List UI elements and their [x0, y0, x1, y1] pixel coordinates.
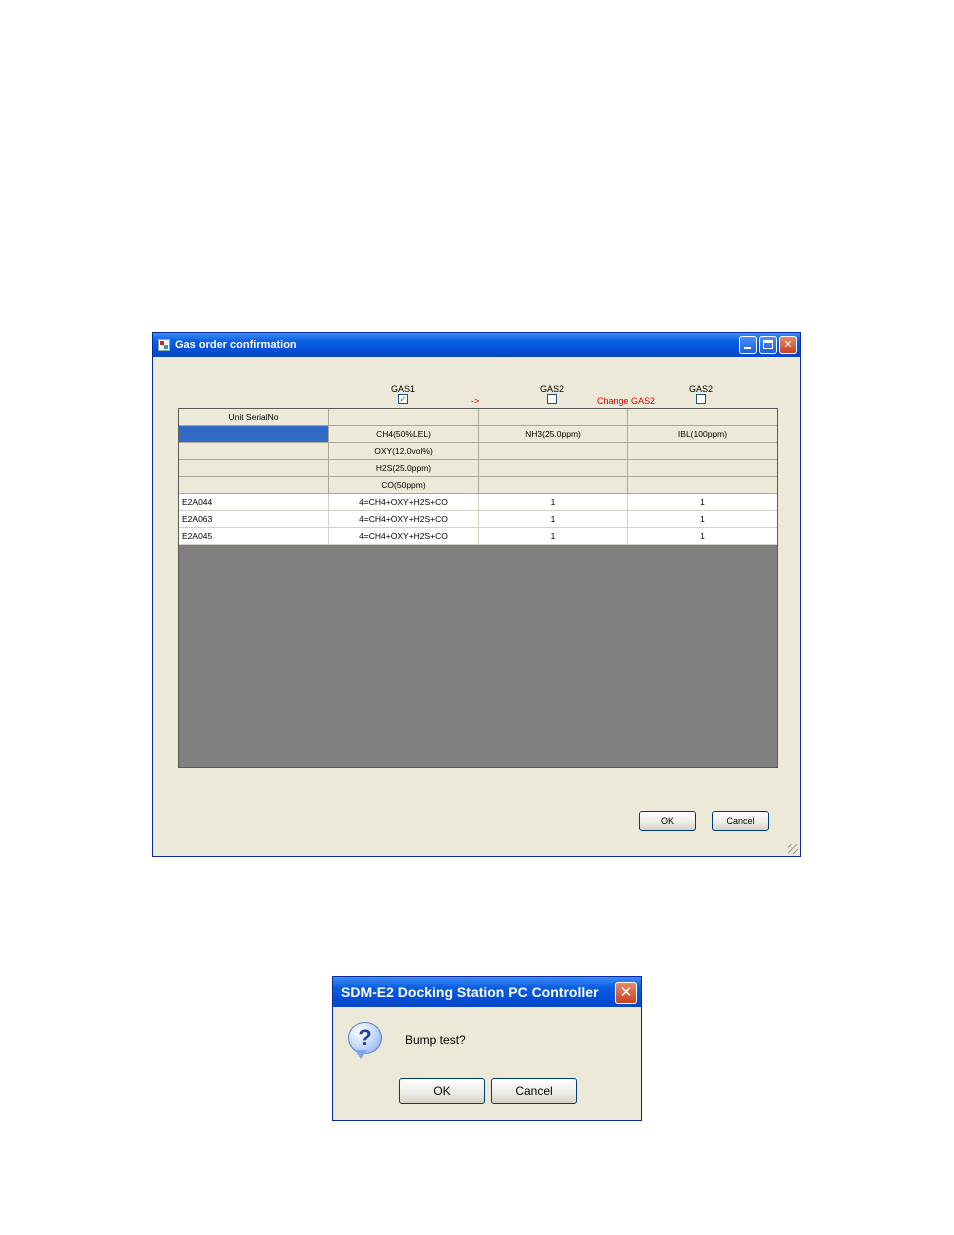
- grid-cell[interactable]: [179, 443, 329, 460]
- column-header-gas2[interactable]: [479, 409, 628, 426]
- gas-grid[interactable]: Unit SerialNo CH4(50%LEL) NH3(25.0ppm) I…: [178, 408, 778, 768]
- gas2-alt-cell[interactable]: 1: [628, 528, 777, 545]
- dialog-message: Bump test?: [405, 1033, 466, 1047]
- grid-header-row: CH4(50%LEL) NH3(25.0ppm) IBL(100ppm): [179, 426, 777, 443]
- bump-test-dialog: SDM-E2 Docking Station PC Controller ✕ ?…: [332, 976, 642, 1121]
- gas2-alt-checkbox[interactable]: [696, 394, 706, 404]
- question-icon-tail: [355, 1050, 367, 1059]
- gas2-cell[interactable]: 1: [479, 528, 628, 545]
- gas-order-titlebar[interactable]: Gas order confirmation ✕: [153, 333, 800, 357]
- gas2-cell[interactable]: 1: [479, 494, 628, 511]
- gas2-cell[interactable]: 1: [479, 511, 628, 528]
- grid-header-row: CO(50ppm): [179, 477, 777, 494]
- table-row[interactable]: E2A045 4=CH4+OXY+H2S+CO 1 1: [179, 528, 777, 545]
- dialog-titlebar[interactable]: SDM-E2 Docking Station PC Controller ✕: [333, 977, 641, 1007]
- gas2-alt-label: GAS2: [689, 384, 714, 394]
- grid-cell[interactable]: NH3(25.0ppm): [479, 426, 628, 443]
- grid-cell[interactable]: CH4(50%LEL): [329, 426, 479, 443]
- change-gas2-text: Change GAS2: [597, 396, 656, 406]
- selected-cell[interactable]: [179, 426, 329, 443]
- dialog-close-button[interactable]: ✕: [615, 982, 637, 1004]
- maximize-button[interactable]: [759, 336, 777, 354]
- grid-header-row: H2S(25.0ppm): [179, 460, 777, 477]
- dialog-ok-button[interactable]: OK: [399, 1078, 485, 1104]
- grid-cell[interactable]: [179, 460, 329, 477]
- unit-serial-cell[interactable]: E2A044: [179, 494, 329, 511]
- arrow-text: ->: [471, 396, 480, 406]
- grid-cell[interactable]: OXY(12.0vol%): [329, 443, 479, 460]
- grid-cell[interactable]: [479, 460, 628, 477]
- dialog-cancel-button[interactable]: Cancel: [491, 1078, 577, 1104]
- close-button[interactable]: ✕: [779, 336, 797, 354]
- grid-cell[interactable]: [628, 443, 777, 460]
- grid-cell[interactable]: [179, 477, 329, 494]
- gas1-cell[interactable]: 4=CH4+OXY+H2S+CO: [329, 494, 479, 511]
- grid-header-row: OXY(12.0vol%): [179, 443, 777, 460]
- grid-cell[interactable]: H2S(25.0ppm): [329, 460, 479, 477]
- gas1-cell[interactable]: 4=CH4+OXY+H2S+CO: [329, 511, 479, 528]
- column-header-unit-serial[interactable]: Unit SerialNo: [179, 409, 329, 426]
- cancel-button[interactable]: Cancel: [712, 811, 769, 831]
- column-header-gas1[interactable]: [329, 409, 479, 426]
- grid-cell[interactable]: CO(50ppm): [329, 477, 479, 494]
- minimize-icon: [744, 347, 751, 349]
- unit-serial-cell[interactable]: E2A045: [179, 528, 329, 545]
- table-row[interactable]: E2A044 4=CH4+OXY+H2S+CO 1 1: [179, 494, 777, 511]
- gas2-label: GAS2: [540, 384, 565, 394]
- checkmark-icon: ✓: [399, 394, 407, 404]
- app-icon: [158, 339, 170, 351]
- grid-cell[interactable]: IBL(100ppm): [628, 426, 777, 443]
- close-icon: ✕: [619, 984, 633, 1001]
- gas1-cell[interactable]: 4=CH4+OXY+H2S+CO: [329, 528, 479, 545]
- table-row[interactable]: E2A063 4=CH4+OXY+H2S+CO 1 1: [179, 511, 777, 528]
- unit-serial-cell[interactable]: E2A063: [179, 511, 329, 528]
- grid-cell[interactable]: [628, 460, 777, 477]
- gas1-checkbox[interactable]: ✓: [398, 394, 408, 404]
- gas2-checkbox[interactable]: [547, 394, 557, 404]
- grid-cell[interactable]: [479, 443, 628, 460]
- gas2-alt-cell[interactable]: 1: [628, 494, 777, 511]
- resize-grip-icon[interactable]: [788, 844, 798, 854]
- grid-cell[interactable]: [628, 477, 777, 494]
- gas1-label: GAS1: [391, 384, 416, 394]
- gas2-alt-cell[interactable]: 1: [628, 511, 777, 528]
- grid-header-row: Unit SerialNo: [179, 409, 777, 426]
- grid-cell[interactable]: [479, 477, 628, 494]
- minimize-button[interactable]: [739, 336, 757, 354]
- maximize-icon: [763, 340, 773, 349]
- ok-button[interactable]: OK: [639, 811, 696, 831]
- close-icon: ✕: [783, 339, 793, 351]
- gas-order-window: Gas order confirmation ✕ GAS1 ✓ -> GAS2 …: [152, 332, 801, 857]
- dialog-title: SDM-E2 Docking Station PC Controller: [341, 984, 599, 1000]
- gas-order-title: Gas order confirmation: [175, 339, 297, 351]
- column-header-gas2-alt[interactable]: [628, 409, 777, 426]
